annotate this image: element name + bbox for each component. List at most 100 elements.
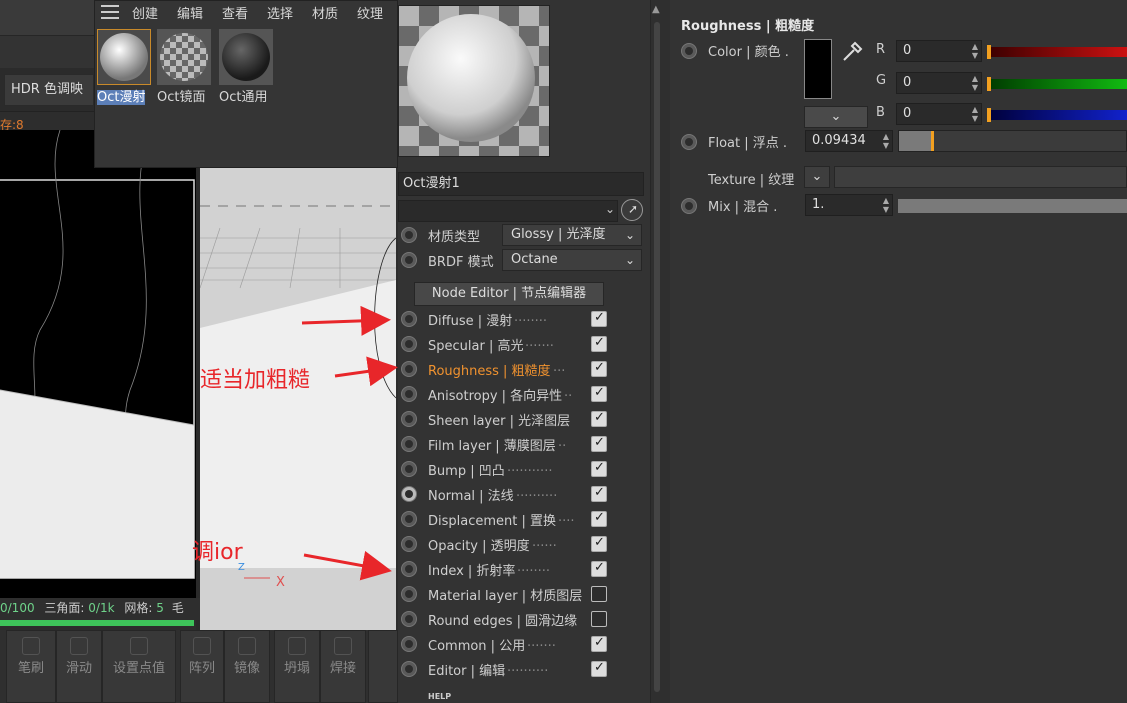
animate-radio[interactable]: [401, 252, 417, 268]
channel-label[interactable]: Displacement | 置换: [428, 510, 556, 529]
channel-checkbox[interactable]: [591, 510, 607, 527]
channel-label[interactable]: Normal | 法线: [428, 485, 514, 504]
channel-row[interactable]: Diffuse | 漫射........: [398, 307, 650, 331]
material-thumb-specular[interactable]: Oct镜面: [157, 29, 211, 105]
scroll-thumb[interactable]: [654, 22, 660, 692]
g-slider-handle[interactable]: [987, 77, 991, 91]
mix-value-field[interactable]: 1. ▲ ▼: [805, 194, 893, 216]
channel-label[interactable]: Diffuse | 漫射: [428, 310, 512, 329]
tool-slide-button[interactable]: 滑动: [56, 630, 102, 703]
hamburger-menu-icon[interactable]: [101, 5, 119, 19]
spinner-icon[interactable]: ▲ ▼: [883, 132, 889, 150]
channel-row[interactable]: Sheen layer | 光泽图层: [398, 407, 650, 431]
float-animate-radio[interactable]: [681, 134, 697, 150]
animate-radio[interactable]: [401, 227, 417, 243]
brdf-select[interactable]: Octane ⌄: [502, 249, 642, 271]
channel-row[interactable]: Normal | 法线..........: [398, 482, 650, 506]
channel-radio[interactable]: [401, 486, 417, 502]
channel-radio[interactable]: [401, 461, 417, 477]
menu-view[interactable]: 查看: [222, 3, 248, 22]
tool-more-button[interactable]: [368, 630, 398, 703]
tool-brush-button[interactable]: 笔刷: [6, 630, 56, 703]
channel-label[interactable]: Film layer | 薄膜图层: [428, 435, 556, 454]
b-value-field[interactable]: 0 ▲ ▼: [896, 103, 982, 125]
mix-animate-radio[interactable]: [681, 198, 697, 214]
menu-select[interactable]: 选择: [267, 3, 293, 22]
spinner-icon[interactable]: ▲ ▼: [972, 42, 978, 60]
channel-row[interactable]: Roughness | 粗糙度...: [398, 357, 650, 381]
spinner-icon[interactable]: ▲ ▼: [972, 74, 978, 92]
tool-weld-button[interactable]: 焊接: [320, 630, 366, 703]
channel-label[interactable]: Common | 公用: [428, 635, 525, 654]
channel-row[interactable]: Specular | 高光.......: [398, 332, 650, 356]
channel-radio[interactable]: [401, 311, 417, 327]
float-slider-handle[interactable]: [931, 131, 934, 151]
texture-dropdown[interactable]: ⌄: [804, 166, 830, 188]
channel-row[interactable]: Editor | 编辑..........: [398, 657, 650, 681]
channel-label[interactable]: Round edges | 圆滑边缘: [428, 610, 577, 629]
texture-field[interactable]: [834, 166, 1127, 188]
channel-label[interactable]: Index | 折射率: [428, 560, 515, 579]
channel-radio[interactable]: [401, 636, 417, 652]
r-slider-handle[interactable]: [987, 45, 991, 59]
channel-label[interactable]: Anisotropy | 各向异性: [428, 385, 562, 404]
channel-checkbox[interactable]: [591, 586, 607, 602]
channel-checkbox[interactable]: [591, 460, 607, 477]
eyedropper-icon[interactable]: [840, 38, 866, 69]
scrollbar[interactable]: [650, 0, 670, 703]
menu-material[interactable]: 材质: [312, 3, 338, 22]
channel-checkbox[interactable]: [591, 660, 607, 677]
channel-radio[interactable]: [401, 386, 417, 402]
channel-radio[interactable]: [401, 361, 417, 377]
channel-radio[interactable]: [401, 611, 417, 627]
channel-checkbox[interactable]: [591, 635, 607, 652]
channel-label[interactable]: Specular | 高光: [428, 335, 523, 354]
material-link-select[interactable]: ⌄: [398, 200, 618, 222]
channel-radio[interactable]: [401, 511, 417, 527]
channel-radio[interactable]: [401, 436, 417, 452]
scroll-up-icon[interactable]: ▲: [652, 4, 660, 15]
channel-radio[interactable]: [401, 411, 417, 427]
channel-checkbox[interactable]: [591, 360, 607, 377]
tool-collapse-button[interactable]: 坍塌: [274, 630, 320, 703]
color-swatch[interactable]: [804, 39, 832, 99]
r-value-field[interactable]: 0 ▲ ▼: [896, 40, 982, 62]
pick-arrow-button[interactable]: ➚: [621, 199, 643, 221]
channel-radio[interactable]: [401, 661, 417, 677]
channel-checkbox[interactable]: [591, 335, 607, 352]
tool-set-point-button[interactable]: 设置点值: [102, 630, 176, 703]
spinner-icon[interactable]: ▲ ▼: [972, 105, 978, 123]
color-mode-dropdown[interactable]: ⌄: [804, 106, 868, 128]
b-slider-handle[interactable]: [987, 108, 991, 122]
channel-row[interactable]: Film layer | 薄膜图层..: [398, 432, 650, 456]
hdr-tonemap-button[interactable]: HDR 色调映: [4, 74, 94, 106]
channel-label[interactable]: Opacity | 透明度: [428, 535, 530, 554]
spinner-icon[interactable]: ▲ ▼: [883, 196, 889, 214]
material-preview[interactable]: [398, 5, 550, 157]
float-slider[interactable]: [898, 130, 1127, 152]
material-type-select[interactable]: Glossy | 光泽度 ⌄: [502, 224, 642, 246]
material-thumb-universal[interactable]: Oct通用: [219, 29, 273, 105]
viewport-left[interactable]: [0, 130, 196, 600]
material-thumb-diffuse[interactable]: Oct漫射: [97, 29, 151, 105]
channel-row[interactable]: Material layer | 材质图层: [398, 582, 650, 606]
mix-slider[interactable]: [898, 199, 1127, 213]
help-label[interactable]: HELP: [428, 692, 451, 701]
channel-radio[interactable]: [401, 336, 417, 352]
float-value-field[interactable]: 0.09434 ▲ ▼: [805, 130, 893, 152]
node-editor-button[interactable]: Node Editor | 节点编辑器: [414, 282, 604, 306]
tool-array-button[interactable]: 阵列: [180, 630, 224, 703]
channel-row[interactable]: Anisotropy | 各向异性..: [398, 382, 650, 406]
channel-checkbox[interactable]: [591, 611, 607, 627]
channel-label[interactable]: Bump | 凹凸: [428, 460, 505, 479]
menu-texture[interactable]: 纹理: [357, 3, 383, 22]
channel-checkbox[interactable]: [591, 310, 607, 327]
channel-radio[interactable]: [401, 586, 417, 602]
material-name-field[interactable]: Oct漫射1: [398, 172, 644, 196]
r-slider[interactable]: [987, 45, 1127, 59]
channel-radio[interactable]: [401, 536, 417, 552]
g-slider[interactable]: [987, 77, 1127, 91]
channel-checkbox[interactable]: [591, 485, 607, 502]
channel-row[interactable]: Common | 公用.......: [398, 632, 650, 656]
channel-label[interactable]: Editor | 编辑: [428, 660, 505, 679]
